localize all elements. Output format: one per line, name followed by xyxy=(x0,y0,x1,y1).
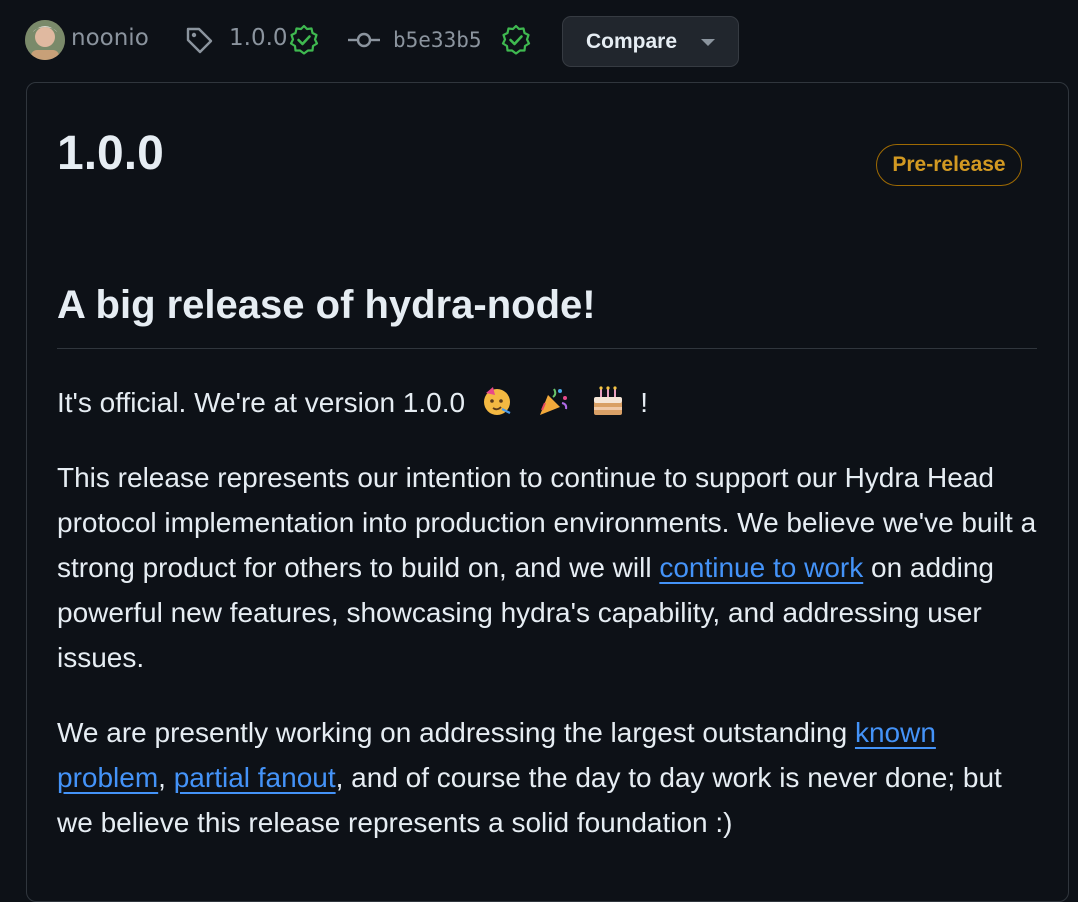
release-body-paragraph: This release represents our intention to… xyxy=(57,455,1042,680)
party-popper-emoji xyxy=(539,388,567,415)
partying-face-emoji xyxy=(483,387,511,415)
partial-fanout-link[interactable]: partial fanout xyxy=(174,762,336,793)
git-commit-icon xyxy=(348,32,380,48)
compare-button[interactable]: Compare xyxy=(562,16,739,67)
birthday-cake-emoji xyxy=(594,386,623,415)
chevron-down-icon xyxy=(701,39,715,46)
release-intro-paragraph: It's official. We're at version 1.0.0 ! xyxy=(57,380,1042,425)
compare-button-label: Compare xyxy=(586,29,678,53)
tag-link[interactable]: 1.0.0 xyxy=(229,23,288,53)
release-heading: A big release of hydra-node! xyxy=(57,283,596,327)
verified-check-icon[interactable] xyxy=(500,24,532,56)
release-header: noonio 1.0.0 b5e33b5 Compare xyxy=(0,0,1078,82)
heading-divider xyxy=(57,348,1037,349)
intro-exclamation: ! xyxy=(640,387,648,418)
status-text-a: We are presently working on addressing t… xyxy=(57,717,855,748)
commit-link[interactable]: b5e33b5 xyxy=(393,25,482,55)
author-avatar[interactable] xyxy=(25,20,65,60)
release-title[interactable]: 1.0.0 xyxy=(57,126,164,181)
pre-release-badge: Pre-release xyxy=(876,144,1022,186)
release-status-paragraph: We are presently working on addressing t… xyxy=(57,710,1042,845)
verified-check-icon[interactable] xyxy=(288,24,320,56)
continue-to-work-link[interactable]: continue to work xyxy=(659,552,863,583)
intro-text: It's official. We're at version 1.0.0 xyxy=(57,387,466,418)
status-sep: , xyxy=(158,762,174,793)
tag-icon xyxy=(186,27,213,54)
author-link[interactable]: noonio xyxy=(71,23,149,53)
